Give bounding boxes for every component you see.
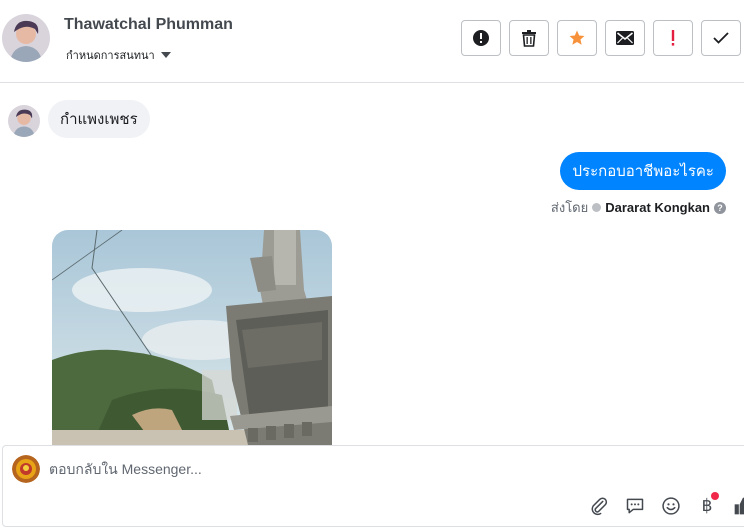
notification-dot xyxy=(711,492,719,500)
paperclip-icon xyxy=(591,497,608,516)
conversation-options-dropdown[interactable]: กำหนดการสนทนา xyxy=(66,46,171,64)
star-icon xyxy=(569,30,585,45)
sent-by-agent: Dararat Kongkan xyxy=(605,200,710,215)
trash-icon xyxy=(522,30,536,47)
baht-icon: ฿ xyxy=(701,496,713,516)
send-like-button[interactable] xyxy=(729,494,744,518)
message-thread[interactable]: กำแพงเพชร ประกอบอาชีพอะไรคะ ส่งโดย Darar… xyxy=(0,84,744,445)
sent-by-label: ส่งโดย xyxy=(550,200,589,215)
help-icon[interactable]: ? xyxy=(714,201,726,214)
emoji-button[interactable] xyxy=(657,494,685,518)
checkmark-icon xyxy=(713,32,729,44)
conversation-header: Thawatchal Phumman กำหนดการสนทนา xyxy=(0,0,744,83)
smile-icon xyxy=(662,497,680,515)
reply-input[interactable] xyxy=(49,456,569,482)
header-actions xyxy=(461,20,741,56)
sent-by-info: ส่งโดย Dararat Kongkan ? xyxy=(551,197,726,218)
envelope-icon xyxy=(616,31,634,45)
attach-file-button[interactable] xyxy=(585,494,613,518)
exclamation-icon xyxy=(671,30,675,46)
mark-unread-button[interactable] xyxy=(605,20,645,56)
follow-up-button[interactable] xyxy=(653,20,693,56)
outgoing-message-bubble[interactable]: ประกอบอาชีพอะไรคะ xyxy=(560,152,726,190)
alert-circle-icon xyxy=(473,30,489,46)
saved-replies-button[interactable] xyxy=(621,494,649,518)
page-avatar xyxy=(12,455,40,483)
mark-spam-button[interactable] xyxy=(461,20,501,56)
composer-tools: ฿ xyxy=(585,492,744,518)
contact-avatar[interactable] xyxy=(2,14,50,62)
chat-bubble-icon xyxy=(626,498,644,514)
sender-avatar[interactable] xyxy=(8,105,40,137)
photo-attachment[interactable] xyxy=(52,230,332,445)
payment-button[interactable]: ฿ xyxy=(693,492,721,518)
reply-composer: ฿ xyxy=(2,445,744,527)
mark-done-button[interactable] xyxy=(701,20,741,56)
contact-name[interactable]: Thawatchal Phumman xyxy=(64,16,233,34)
star-button[interactable] xyxy=(557,20,597,56)
conversation-options-label: กำหนดการสนทนา xyxy=(66,50,155,62)
agent-avatar-icon xyxy=(592,203,602,212)
incoming-message-bubble[interactable]: กำแพงเพชร xyxy=(48,100,150,138)
delete-button[interactable] xyxy=(509,20,549,56)
thumbs-up-icon xyxy=(734,497,744,515)
caret-down-icon xyxy=(160,52,171,58)
